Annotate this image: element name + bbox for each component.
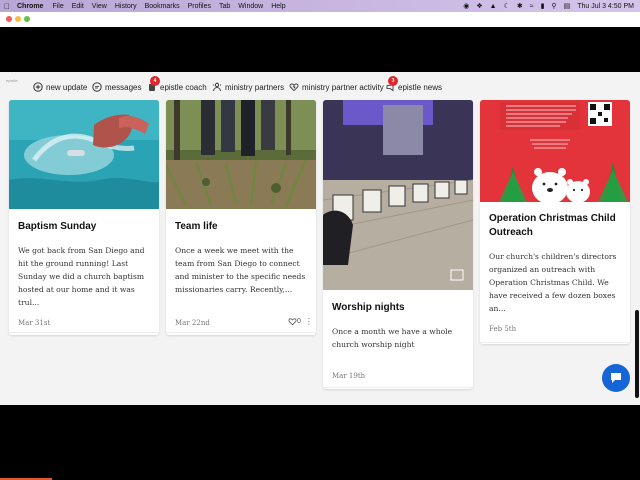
nav-label: ministry partner activity (302, 82, 384, 92)
menubar-status-area: ◉ ❖ ▲ ☾ ✱ ≈ ▮ ⚲ ▤ Thu Jul 3 4:50 PM (463, 0, 634, 12)
menu-view[interactable]: View (92, 3, 107, 10)
nav-label: ministry partners (225, 82, 285, 92)
post-date: Mar 22nd (175, 319, 210, 327)
nav-label: epistle coach (160, 82, 207, 92)
epistle-logo[interactable]: epistle (6, 78, 20, 94)
people-icon (212, 82, 222, 92)
window-minimize-button[interactable] (15, 16, 21, 22)
menu-edit[interactable]: Edit (72, 3, 84, 10)
post-date: Feb 5th (489, 325, 517, 333)
plus-circle-icon (33, 82, 43, 92)
nav-label: epistle news (398, 82, 443, 92)
post-excerpt: We got back from San Diego and hit the g… (18, 246, 145, 307)
search-icon[interactable]: ⚲ (551, 2, 556, 10)
card-divider (480, 342, 630, 343)
nav-messages[interactable]: messages (92, 80, 141, 94)
coach-badge: 4 (150, 76, 160, 86)
card-divider (9, 332, 159, 333)
post-card-team-life[interactable]: Team life Once a week we meet with the t… (166, 100, 316, 335)
control-center-icon[interactable]: ▤ (564, 2, 571, 10)
browser-titlebar (0, 12, 640, 27)
post-title[interactable]: Operation Christmas Child Outreach (489, 212, 623, 240)
nav-label: messages (105, 82, 142, 92)
news-badge: 3 (388, 76, 398, 86)
menu-help[interactable]: Help (271, 3, 285, 10)
nav-epistle-news[interactable]: 3 epistle news (385, 76, 443, 94)
post-like-counter[interactable]: 0 ⋮ (288, 317, 313, 326)
menubar-clock[interactable]: Thu Jul 3 4:50 PM (577, 3, 634, 10)
top-nav: epistle new update messages 4 epistle co… (0, 72, 640, 100)
post-image-baptism (9, 100, 159, 209)
post-title[interactable]: Baptism Sunday (18, 220, 96, 234)
battery-icon[interactable]: ▮ (541, 2, 545, 10)
post-image-christmas-child (480, 100, 630, 202)
chat-icon (611, 373, 621, 383)
post-image-team-life (166, 100, 316, 209)
window-close-button[interactable] (6, 16, 12, 22)
post-image-worship-nights (323, 100, 473, 290)
record-icon[interactable]: ◉ (463, 2, 469, 10)
post-title[interactable]: Team life (175, 220, 218, 234)
browser-viewport: epistle new update messages 4 epistle co… (0, 72, 640, 405)
menu-tab[interactable]: Tab (219, 3, 230, 10)
post-card-baptism[interactable]: Baptism Sunday We got back from San Dieg… (9, 100, 159, 335)
apple-icon[interactable]:  (4, 2, 10, 11)
card-divider (166, 332, 316, 333)
post-card-worship-nights[interactable]: Worship nights Once a month we have a wh… (323, 100, 473, 389)
menu-history[interactable]: History (115, 3, 137, 10)
menu-window[interactable]: Window (238, 3, 263, 10)
nav-ministry-partners[interactable]: ministry partners (212, 80, 284, 94)
macos-menubar:  Chrome File Edit View History Bookmark… (0, 0, 640, 12)
post-excerpt: Once a week we meet with the team from S… (175, 246, 306, 294)
post-card-christmas-child[interactable]: Operation Christmas Child Outreach Our c… (480, 100, 630, 344)
post-date: Mar 19th (332, 372, 366, 380)
heart-activity-icon (289, 83, 299, 92)
menubar-app-name[interactable]: Chrome (17, 3, 43, 10)
card-divider (323, 387, 473, 388)
chat-bubble-icon (92, 82, 102, 92)
screen:  Chrome File Edit View History Bookmark… (0, 0, 640, 480)
menu-file[interactable]: File (52, 3, 63, 10)
wifi-icon[interactable]: ≈ (530, 3, 534, 10)
nav-new-update[interactable]: new update (33, 80, 87, 94)
dropbox-icon[interactable]: ❖ (476, 2, 482, 10)
post-excerpt: Once a month we have a whole church wors… (332, 327, 453, 349)
black-band-top (0, 27, 640, 72)
post-title[interactable]: Worship nights (332, 301, 405, 315)
menu-profiles[interactable]: Profiles (188, 3, 211, 10)
nav-epistle-coach[interactable]: 4 epistle coach (147, 76, 207, 94)
like-count: 0 (297, 318, 301, 325)
nav-ministry-partner-activity[interactable]: ministry partner activity (289, 80, 384, 94)
post-excerpt: Our church's children's directors organi… (489, 252, 617, 313)
post-date: Mar 31st (18, 319, 51, 327)
page-scrollbar[interactable] (635, 310, 639, 398)
heart-icon (288, 318, 297, 326)
more-options-icon[interactable]: ⋮ (305, 317, 313, 326)
black-band-bottom (0, 405, 640, 480)
nav-label: new update (46, 82, 88, 92)
moon-icon[interactable]: ☾ (504, 2, 510, 10)
bluetooth-icon[interactable]: ✱ (517, 2, 523, 10)
window-zoom-button[interactable] (24, 16, 30, 22)
shield-icon[interactable]: ▲ (490, 3, 497, 10)
chat-support-button[interactable] (602, 364, 630, 392)
menu-bookmarks[interactable]: Bookmarks (145, 3, 180, 10)
